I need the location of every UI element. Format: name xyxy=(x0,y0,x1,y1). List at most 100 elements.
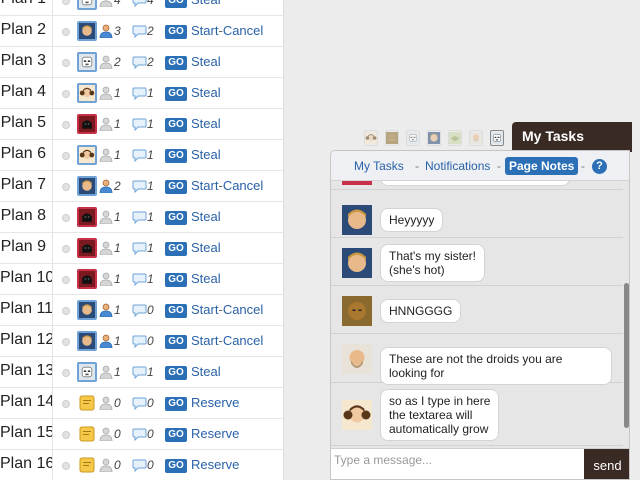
start-link[interactable]: Start xyxy=(191,178,218,193)
comment-count: 2 xyxy=(147,24,154,38)
go-button[interactable]: GO xyxy=(165,149,187,163)
message-item: These are not the droids you are looking… xyxy=(331,335,623,385)
comment-icon[interactable] xyxy=(132,241,147,256)
select-radio[interactable] xyxy=(62,183,70,191)
nav-page-notes[interactable]: Page Notes xyxy=(505,157,579,175)
go-button[interactable]: GO xyxy=(165,25,187,39)
nav-notifications[interactable]: Notifications xyxy=(425,159,490,173)
message-item: so as I type in here the textarea will a… xyxy=(331,384,623,446)
scrollbar-thumb[interactable] xyxy=(624,283,629,428)
comment-icon[interactable] xyxy=(132,24,147,39)
comment-icon[interactable] xyxy=(132,427,147,442)
select-radio[interactable] xyxy=(62,276,70,284)
plan-actions: Reserve xyxy=(191,426,239,441)
row-divider xyxy=(52,357,53,388)
go-button[interactable]: GO xyxy=(165,87,187,101)
go-button[interactable]: GO xyxy=(165,397,187,411)
send-button[interactable]: send xyxy=(584,449,629,479)
plan-label: Plan 15 xyxy=(0,424,52,441)
select-radio[interactable] xyxy=(62,214,70,222)
select-radio[interactable] xyxy=(62,307,70,315)
cancel-link[interactable]: Cancel xyxy=(223,333,263,348)
message-item xyxy=(331,181,623,190)
message-bubble: That's my sister! (she's hot) xyxy=(380,244,485,282)
cancel-link[interactable]: Cancel xyxy=(223,23,263,38)
comment-icon[interactable] xyxy=(132,272,147,287)
go-button[interactable]: GO xyxy=(165,428,187,442)
steal-link[interactable]: Steal xyxy=(191,364,221,379)
comment-icon[interactable] xyxy=(132,179,147,194)
comment-icon[interactable] xyxy=(132,210,147,225)
steal-link[interactable]: Steal xyxy=(191,271,221,286)
comment-icon[interactable] xyxy=(132,303,147,318)
plan-label: Plan 16 xyxy=(0,455,52,472)
go-button[interactable]: GO xyxy=(165,0,187,8)
assignee-count: 1 xyxy=(114,365,121,379)
message-input[interactable] xyxy=(331,449,583,479)
cancel-link[interactable]: Cancel xyxy=(223,302,263,317)
select-radio[interactable] xyxy=(62,152,70,160)
start-link[interactable]: Start xyxy=(191,23,218,38)
my-tasks-tab[interactable]: My Tasks xyxy=(512,122,632,152)
select-radio[interactable] xyxy=(62,90,70,98)
reserve-link[interactable]: Reserve xyxy=(191,395,239,410)
go-button[interactable]: GO xyxy=(165,180,187,194)
plan-row: Plan 11 1 0 GO Start-Cancel xyxy=(0,295,283,326)
select-radio[interactable] xyxy=(62,245,70,253)
go-button[interactable]: GO xyxy=(165,273,187,287)
comment-icon[interactable] xyxy=(132,86,147,101)
select-radio[interactable] xyxy=(62,400,70,408)
go-button[interactable]: GO xyxy=(165,459,187,473)
steal-link[interactable]: Steal xyxy=(191,147,221,162)
plan-row: Plan 10 1 1 GO Steal xyxy=(0,264,283,295)
go-button[interactable]: GO xyxy=(165,242,187,256)
comment-icon[interactable] xyxy=(132,148,147,163)
stormtrooper-task-icon[interactable] xyxy=(490,130,504,146)
reserve-link[interactable]: Reserve xyxy=(191,457,239,472)
select-radio[interactable] xyxy=(62,28,70,36)
select-radio[interactable] xyxy=(62,338,70,346)
steal-link[interactable]: Steal xyxy=(191,209,221,224)
row-divider xyxy=(52,264,53,295)
steal-link[interactable]: Steal xyxy=(191,54,221,69)
scrollbar[interactable] xyxy=(623,181,629,446)
select-radio[interactable] xyxy=(62,121,70,129)
steal-link[interactable]: Steal xyxy=(191,0,221,7)
go-button[interactable]: GO xyxy=(165,366,187,380)
comment-icon[interactable] xyxy=(132,365,147,380)
help-icon[interactable]: ? xyxy=(592,159,607,174)
comment-icon[interactable] xyxy=(132,55,147,70)
start-link[interactable]: Start xyxy=(191,333,218,348)
leia-task-icon[interactable] xyxy=(364,130,378,146)
go-button[interactable]: GO xyxy=(165,304,187,318)
chewbacca-task-icon[interactable] xyxy=(385,130,399,146)
go-button[interactable]: GO xyxy=(165,56,187,70)
go-button[interactable]: GO xyxy=(165,118,187,132)
cancel-link[interactable]: Cancel xyxy=(223,178,263,193)
row-divider xyxy=(52,419,53,450)
comment-icon[interactable] xyxy=(132,0,147,8)
go-button[interactable]: GO xyxy=(165,335,187,349)
steal-link[interactable]: Steal xyxy=(191,240,221,255)
start-link[interactable]: Start xyxy=(191,302,218,317)
obi-wan-task-icon[interactable] xyxy=(469,130,483,146)
stormtrooper-task-icon[interactable] xyxy=(406,130,420,146)
select-radio[interactable] xyxy=(62,59,70,67)
go-button[interactable]: GO xyxy=(165,211,187,225)
select-radio[interactable] xyxy=(62,369,70,377)
luke-task-icon[interactable] xyxy=(427,130,441,146)
row-divider xyxy=(52,0,53,16)
steal-link[interactable]: Steal xyxy=(191,116,221,131)
plan-label: Plan 14 xyxy=(0,393,52,410)
comment-icon[interactable] xyxy=(132,396,147,411)
comment-icon[interactable] xyxy=(132,117,147,132)
yoda-task-icon[interactable] xyxy=(448,130,462,146)
comment-icon[interactable] xyxy=(132,458,147,473)
select-radio[interactable] xyxy=(62,0,70,5)
comment-icon[interactable] xyxy=(132,334,147,349)
select-radio[interactable] xyxy=(62,431,70,439)
steal-link[interactable]: Steal xyxy=(191,85,221,100)
select-radio[interactable] xyxy=(62,462,70,470)
reserve-link[interactable]: Reserve xyxy=(191,426,239,441)
nav-my-tasks[interactable]: My Tasks xyxy=(354,159,404,173)
